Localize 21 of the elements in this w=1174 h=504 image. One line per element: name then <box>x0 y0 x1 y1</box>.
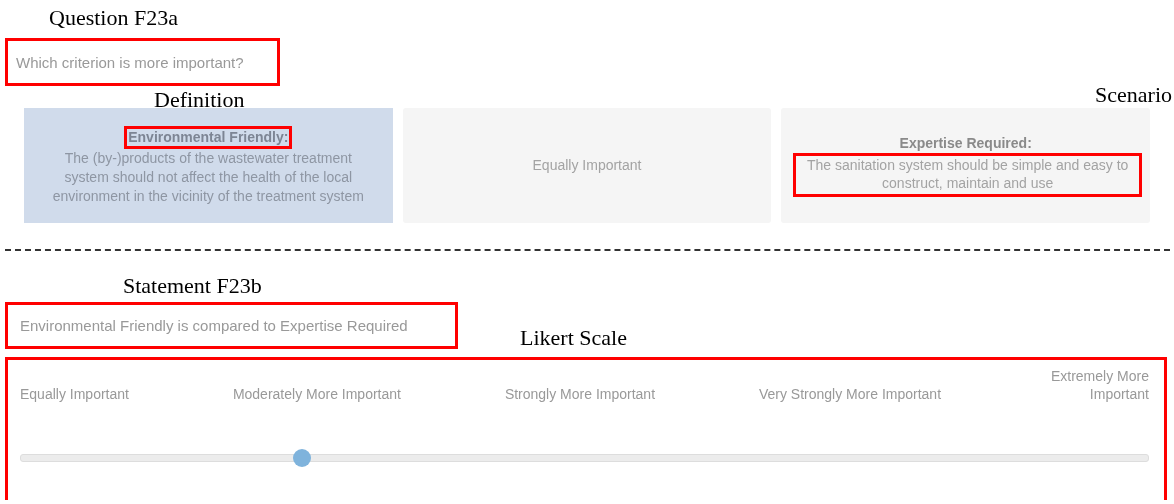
highlighted-description: The sanitation system should be simple and easy to construct, maintain and use <box>793 153 1142 197</box>
statement-text: Environmental Friendly is compared to Expertise Required <box>5 302 458 349</box>
slider-track[interactable] <box>20 449 1149 467</box>
highlighted-title: Environmental Friendly: <box>124 125 293 149</box>
criterion-title: Expertise Required: <box>899 134 1032 153</box>
scale-label: Equally Important <box>20 385 129 403</box>
slider-thumb[interactable] <box>293 449 312 467</box>
criterion-card[interactable]: Environmental Friendly: The (by-)products of the wastewater treatment system should not affect the health of the local environment in the vicinity of the treatment system <box>24 108 393 223</box>
criterion-description: The (by-)products of the wastewater treatment system should not affect the health of the local environment in the vicinity of the treatment system <box>51 148 365 206</box>
annotation-label: Statement F23b <box>123 274 263 298</box>
criterion-card[interactable]: Expertise Required: The sanitation system should be simple and easy to construct, maintain and use <box>781 108 1150 223</box>
scale-label: Extremely More Important <box>1049 367 1149 403</box>
question-text: Which criterion is more important? <box>5 38 280 86</box>
annotation-label: Question F23a <box>49 6 179 30</box>
annotation-label: Likert Scale <box>520 326 627 350</box>
scale-label: Moderately More Important <box>232 385 401 403</box>
scale-label: Very Strongly More Important <box>758 385 942 403</box>
scale-label: Strongly More Important <box>504 385 656 403</box>
option-card[interactable]: Equally Important <box>402 108 772 223</box>
option-label: Equally Important <box>532 156 642 175</box>
annotation-label: Scenario <box>1095 83 1172 107</box>
